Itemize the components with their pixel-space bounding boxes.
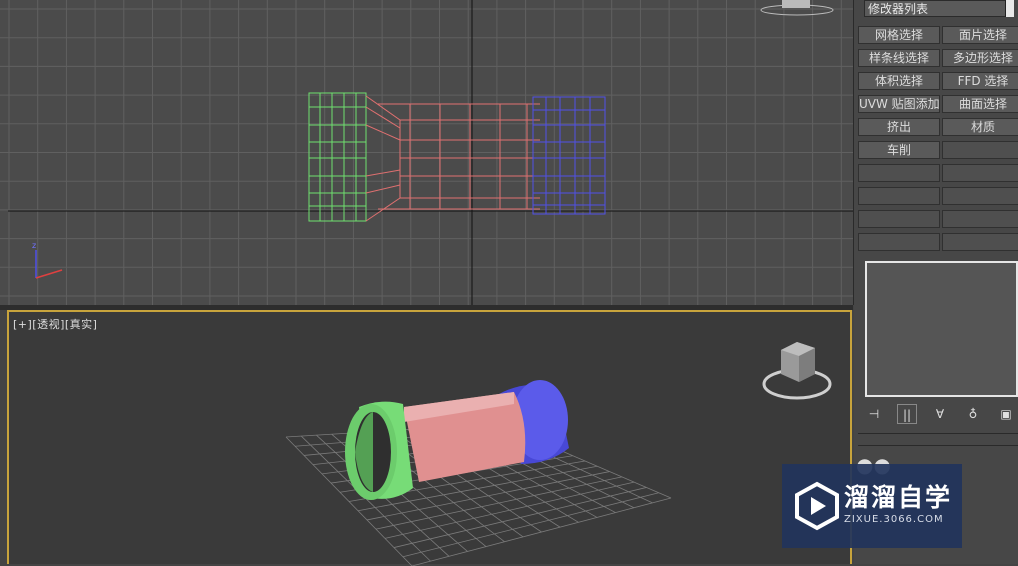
modifier-button[interactable]: 多边形选择 <box>942 49 1018 67</box>
modifier-button[interactable]: 面片选择 <box>942 26 1018 44</box>
pin-stack-icon[interactable]: ⊣ <box>864 404 884 424</box>
modifier-button[interactable] <box>942 233 1018 251</box>
top-viewport[interactable]: z <box>0 0 854 305</box>
modifier-button[interactable] <box>942 141 1018 159</box>
modifier-button[interactable] <box>858 210 940 228</box>
watermark-subtitle: ZIXUE.3066.COM <box>844 514 944 525</box>
modifier-button[interactable] <box>858 187 940 205</box>
modifier-button[interactable] <box>942 164 1018 182</box>
viewcube-icon[interactable] <box>762 342 832 400</box>
modifier-button[interactable]: 曲面选择 <box>942 95 1018 113</box>
perspective-viewport-canvas <box>285 342 832 566</box>
svg-text:z: z <box>32 241 36 250</box>
modifier-button[interactable]: FFD 选择 <box>942 72 1018 90</box>
blue-cylinder-wireframe <box>532 96 606 215</box>
modifier-list-dropdown[interactable]: 修改器列表 <box>864 0 1014 17</box>
modifier-button[interactable] <box>942 210 1018 228</box>
modifier-stack-toolbar: ⊣ || ∀ ♁ ▣ <box>864 404 1018 424</box>
perspective-viewport[interactable]: [+][透视][真实] <box>7 310 852 566</box>
watermark-title: 溜溜自学 <box>844 483 953 512</box>
modifier-button[interactable]: 样条线选择 <box>858 49 940 67</box>
show-end-result-icon[interactable]: || <box>897 404 917 424</box>
red-cylinder-wireframe <box>365 95 540 222</box>
modifier-list-label: 修改器列表 <box>868 2 929 16</box>
modifier-button[interactable]: UVW 贴图添加 <box>858 95 940 113</box>
red-cylinder[interactable] <box>404 392 526 482</box>
modifier-button[interactable]: 网格选择 <box>858 26 940 44</box>
viewport-label[interactable]: [+][透视][真实] <box>13 316 97 332</box>
modifier-stack-list[interactable] <box>865 261 1018 397</box>
modifier-button[interactable]: 车削 <box>858 141 940 159</box>
modifier-button[interactable] <box>942 187 1018 205</box>
green-cylinder[interactable] <box>345 401 413 500</box>
make-unique-icon[interactable]: ∀ <box>930 404 950 424</box>
modifier-button[interactable] <box>858 164 940 182</box>
remove-modifier-icon[interactable]: ♁ <box>963 404 983 424</box>
top-viewport-canvas: z <box>0 0 853 305</box>
configure-sets-icon[interactable]: ▣ <box>996 404 1016 424</box>
separator <box>858 433 1018 434</box>
axis-tripod-icon: z <box>32 241 63 279</box>
watermark: 溜溜自学 ZIXUE.3066.COM <box>782 464 962 548</box>
modifier-button[interactable]: 体积选择 <box>858 72 940 90</box>
modifier-button[interactable]: 材质 <box>942 118 1018 136</box>
viewcube-top-icon[interactable] <box>760 0 834 16</box>
modifier-button[interactable] <box>858 233 940 251</box>
separator <box>858 445 1018 446</box>
modifier-button[interactable]: 挤出 <box>858 118 940 136</box>
watermark-logo-icon <box>795 481 839 531</box>
green-cylinder-wireframe <box>308 92 367 222</box>
dropdown-arrow-icon[interactable] <box>1005 0 1014 17</box>
